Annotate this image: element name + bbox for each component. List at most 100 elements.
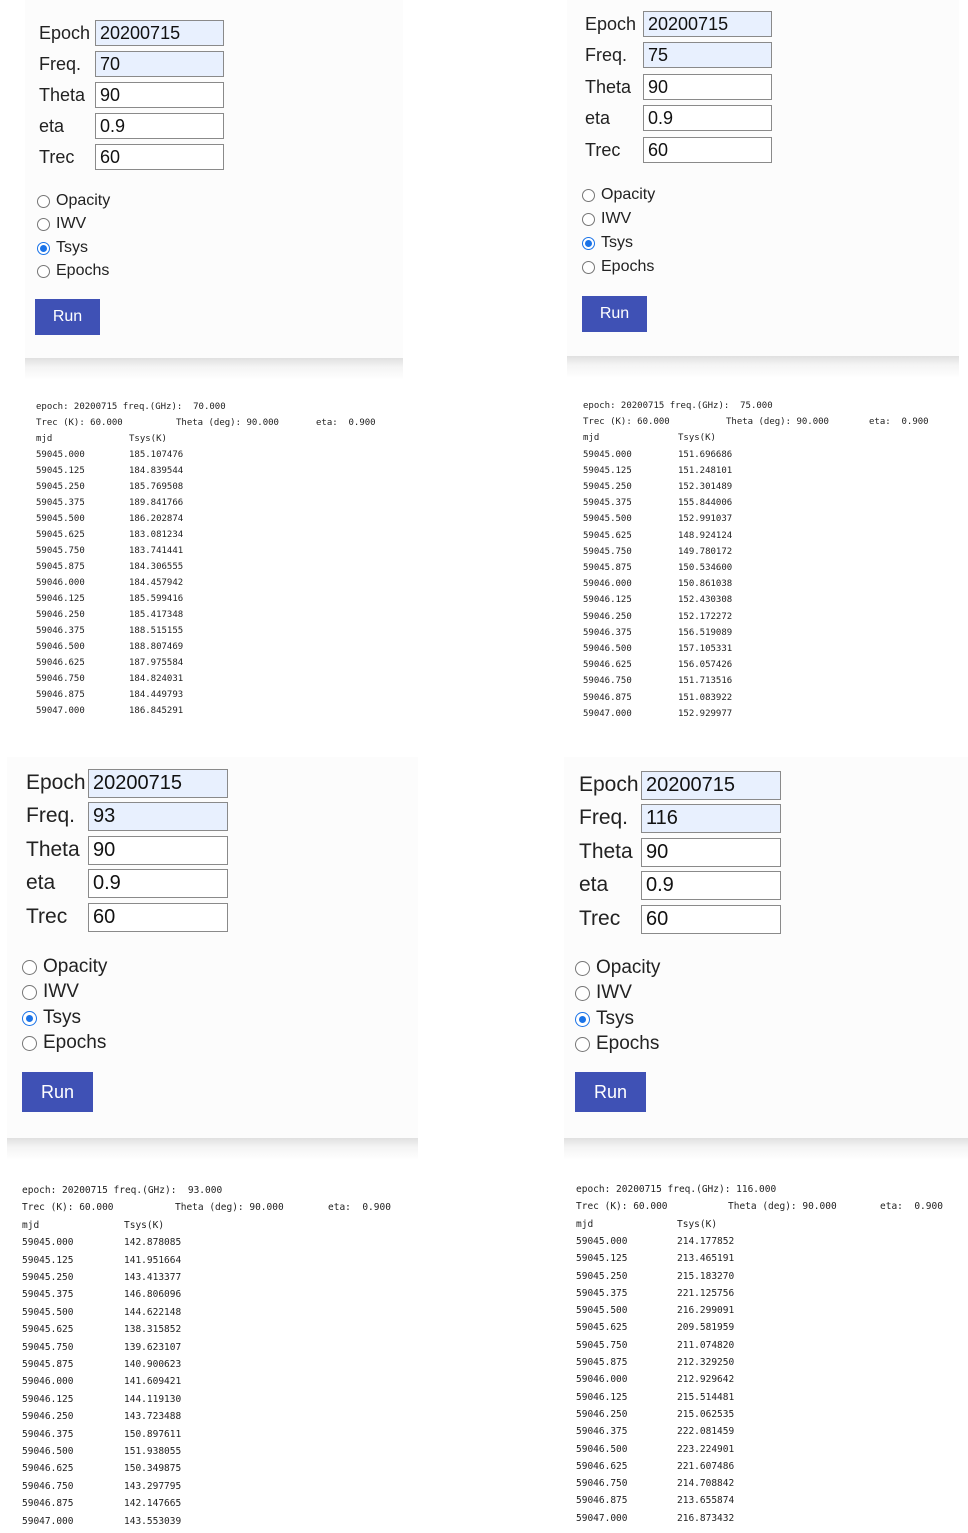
output-header-left: Trec (K): 60.000 bbox=[36, 418, 123, 428]
radio-label: IWV bbox=[596, 982, 632, 1003]
radio-circle[interactable] bbox=[582, 236, 595, 250]
radio-opacity[interactable]: Opacity bbox=[582, 186, 655, 204]
trec-row: Trec 60 bbox=[585, 137, 785, 163]
eta-input[interactable]: 0.9 bbox=[88, 869, 228, 898]
radio-tsys[interactable]: Tsys bbox=[575, 1008, 634, 1030]
result-mjd-cell: 59046.625 bbox=[576, 1460, 628, 1472]
radio-circle[interactable] bbox=[22, 959, 37, 975]
radio-circle[interactable] bbox=[582, 212, 595, 226]
trec-input[interactable]: 60 bbox=[643, 137, 772, 163]
result-mjd-cell: 59046.250 bbox=[576, 1408, 628, 1420]
radio-circle[interactable] bbox=[22, 1010, 37, 1026]
result-tsys-cell: 184.824031 bbox=[129, 674, 184, 684]
radio-epochs[interactable]: Epochs bbox=[575, 1033, 659, 1055]
freq-input[interactable]: 116 bbox=[641, 804, 781, 833]
trec-input[interactable]: 60 bbox=[88, 903, 228, 932]
freq-input[interactable]: 75 bbox=[643, 42, 772, 68]
radio-circle[interactable] bbox=[37, 217, 50, 231]
radio-circle[interactable] bbox=[575, 1036, 590, 1052]
result-tsys-cell: 141.951664 bbox=[124, 1254, 182, 1266]
output-header-right: eta: 0.900 bbox=[869, 417, 929, 428]
trec-input[interactable]: 60 bbox=[95, 144, 224, 170]
radio-circle[interactable] bbox=[575, 985, 590, 1001]
radio-opacity[interactable]: Opacity bbox=[37, 192, 110, 210]
result-tsys-cell: 214.708842 bbox=[677, 1478, 735, 1490]
theta-input[interactable]: 90 bbox=[643, 74, 772, 100]
epoch-row: Epoch 20200715 bbox=[579, 771, 781, 800]
result-mjd-cell: 59045.625 bbox=[576, 1322, 628, 1334]
theta-input[interactable]: 90 bbox=[641, 838, 781, 867]
eta-input[interactable]: 0.9 bbox=[643, 105, 772, 131]
result-tsys-cell: 183.741441 bbox=[129, 546, 184, 556]
freq-label: Freq. bbox=[39, 53, 82, 74]
run-button[interactable]: Run bbox=[582, 296, 647, 332]
output-header-mid: Theta (deg): 90.000 bbox=[175, 1202, 284, 1214]
radio-circle[interactable] bbox=[575, 960, 590, 976]
radio-epochs[interactable]: Epochs bbox=[582, 258, 654, 276]
output-header-mid: Theta (deg): 90.000 bbox=[726, 417, 829, 428]
freq-input[interactable]: 93 bbox=[88, 802, 228, 831]
radio-circle[interactable] bbox=[582, 188, 595, 202]
result-tsys-cell: 143.723488 bbox=[124, 1411, 182, 1423]
result-mjd-cell: 59045.000 bbox=[22, 1237, 74, 1249]
result-tsys-cell: 223.224901 bbox=[677, 1443, 735, 1455]
epoch-row: Epoch 20200715 bbox=[585, 11, 785, 37]
result-tsys-cell: 212.329250 bbox=[677, 1357, 735, 1368]
eta-input[interactable]: 0.9 bbox=[95, 113, 224, 139]
result-tsys-cell: 155.844006 bbox=[678, 498, 733, 509]
theta-row: Theta 90 bbox=[585, 74, 785, 100]
radio-circle[interactable] bbox=[37, 241, 50, 255]
radio-epochs[interactable]: Epochs bbox=[37, 262, 109, 280]
run-button[interactable]: Run bbox=[35, 299, 100, 335]
theta-input[interactable]: 90 bbox=[95, 82, 224, 108]
radio-iwv[interactable]: IWV bbox=[37, 215, 86, 233]
column-header-tsys: Tsys(K) bbox=[678, 433, 716, 444]
result-tsys-cell: 184.449793 bbox=[129, 690, 184, 700]
radio-circle[interactable] bbox=[22, 1035, 37, 1051]
radio-iwv[interactable]: IWV bbox=[582, 210, 631, 228]
result-mjd-cell: 59046.750 bbox=[583, 676, 632, 687]
radio-circle[interactable] bbox=[37, 264, 50, 278]
epoch-label: Epoch bbox=[39, 22, 91, 43]
freq-label: Freq. bbox=[579, 806, 629, 829]
result-mjd-cell: 59046.375 bbox=[583, 627, 632, 638]
result-tsys-cell: 222.081459 bbox=[677, 1426, 735, 1438]
eta-input[interactable]: 0.9 bbox=[641, 871, 781, 900]
result-mjd-cell: 59045.750 bbox=[22, 1341, 74, 1353]
radio-opacity[interactable]: Opacity bbox=[575, 957, 660, 979]
radio-iwv[interactable]: IWV bbox=[575, 982, 632, 1004]
radio-circle[interactable] bbox=[575, 1011, 590, 1027]
epoch-label: Epoch bbox=[585, 13, 637, 34]
trec-row: Trec 60 bbox=[39, 144, 239, 170]
result-mjd-cell: 59045.000 bbox=[583, 449, 632, 460]
freq-input[interactable]: 70 bbox=[95, 51, 224, 77]
radio-circle[interactable] bbox=[582, 260, 595, 274]
result-mjd-cell: 59045.250 bbox=[583, 482, 632, 492]
freq-label: Freq. bbox=[26, 804, 76, 827]
epoch-input[interactable]: 20200715 bbox=[88, 769, 228, 798]
result-tsys-cell: 151.696686 bbox=[678, 449, 733, 460]
epoch-input[interactable]: 20200715 bbox=[95, 20, 224, 46]
radio-iwv[interactable]: IWV bbox=[22, 981, 79, 1003]
trec-input[interactable]: 60 bbox=[641, 905, 781, 934]
radio-circle[interactable] bbox=[37, 194, 50, 208]
eta-row: eta 0.9 bbox=[39, 113, 239, 139]
epoch-input[interactable]: 20200715 bbox=[643, 11, 772, 37]
result-mjd-cell: 59046.750 bbox=[22, 1480, 74, 1492]
radio-label: Epochs bbox=[43, 1032, 107, 1053]
result-mjd-cell: 59045.625 bbox=[583, 530, 632, 541]
radio-circle[interactable] bbox=[22, 984, 37, 1000]
result-mjd-cell: 59045.750 bbox=[576, 1339, 628, 1351]
theta-input[interactable]: 90 bbox=[88, 836, 228, 865]
radio-tsys[interactable]: Tsys bbox=[37, 239, 88, 257]
run-button[interactable]: Run bbox=[575, 1072, 646, 1112]
radio-tsys[interactable]: Tsys bbox=[582, 234, 633, 252]
run-button[interactable]: Run bbox=[22, 1072, 93, 1112]
result-tsys-cell: 188.515155 bbox=[129, 626, 184, 636]
radio-label: Tsys bbox=[596, 1008, 634, 1029]
radio-label: IWV bbox=[56, 215, 87, 232]
radio-epochs[interactable]: Epochs bbox=[22, 1032, 106, 1054]
radio-tsys[interactable]: Tsys bbox=[22, 1007, 81, 1029]
epoch-input[interactable]: 20200715 bbox=[641, 771, 781, 800]
radio-opacity[interactable]: Opacity bbox=[22, 956, 107, 978]
